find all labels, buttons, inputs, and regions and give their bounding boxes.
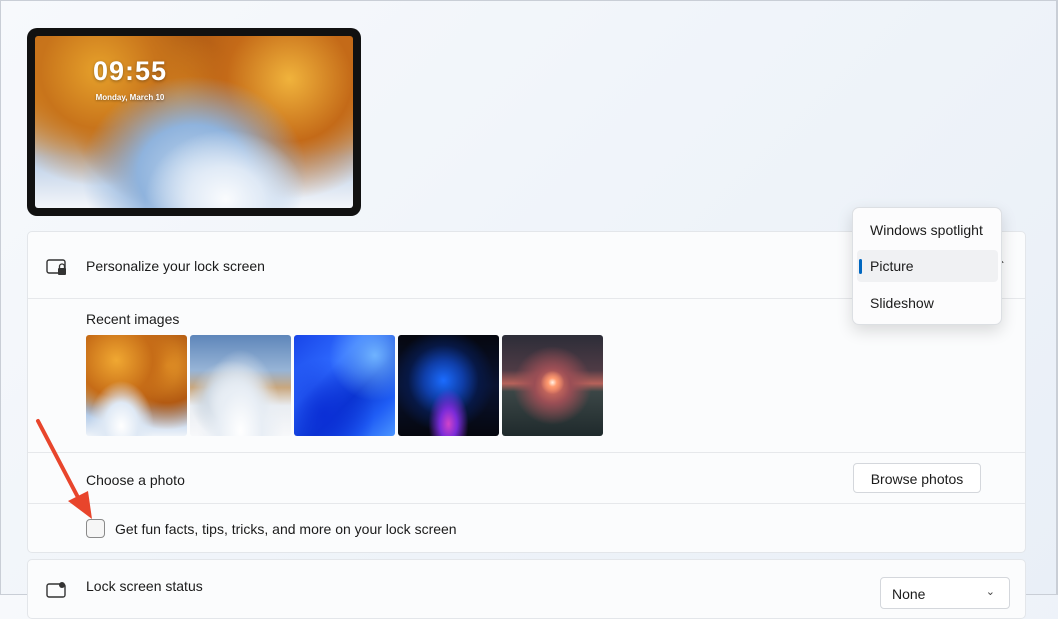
recent-image-autumn-leaves[interactable] — [86, 335, 187, 436]
preview-date: Monday, March 10 — [95, 93, 165, 102]
divider — [28, 503, 1025, 504]
personalize-lock-screen-title: Personalize your lock screen — [86, 258, 265, 274]
chevron-down-icon: ⌄ — [985, 586, 995, 598]
dropdown-option-label: Slideshow — [870, 295, 934, 311]
recent-image-sunset-lake[interactable] — [502, 335, 603, 436]
selected-indicator — [859, 259, 862, 274]
preview-time: 09:55 — [92, 56, 168, 86]
choose-photo-label: Choose a photo — [86, 472, 185, 488]
lock-status-icon — [46, 582, 66, 598]
annotation-arrow-icon — [36, 419, 92, 519]
fun-facts-label[interactable]: Get fun facts, tips, tricks, and more on… — [115, 521, 457, 537]
recent-images-label: Recent images — [86, 311, 180, 327]
lock-screen-status-card: Lock screen status None ⌄ — [27, 559, 1026, 619]
browse-photos-button[interactable]: Browse photos — [853, 463, 981, 493]
dropdown-option-windows-spotlight[interactable]: Windows spotlight — [857, 214, 998, 246]
preview-wallpaper: 09:55 Monday, March 10 — [35, 36, 353, 208]
lock-screen-type-dropdown: Windows spotlight Picture Slideshow — [852, 207, 1002, 325]
status-select-value: None — [892, 586, 926, 602]
dropdown-option-label: Windows spotlight — [870, 222, 983, 238]
recent-image-snowy-trees[interactable] — [190, 335, 291, 436]
divider — [28, 452, 1025, 453]
recent-image-bloom-dark[interactable] — [398, 335, 499, 436]
lock-screen-preview: 09:55 Monday, March 10 — [27, 28, 361, 216]
lock-screen-icon — [46, 259, 66, 275]
dropdown-option-slideshow[interactable]: Slideshow — [857, 287, 998, 319]
dropdown-option-picture[interactable]: Picture — [857, 250, 998, 282]
lock-screen-status-select[interactable]: None ⌄ — [880, 577, 1010, 609]
dropdown-option-label: Picture — [870, 258, 914, 274]
recent-image-blue-abstract[interactable] — [294, 335, 395, 436]
lock-screen-status-title: Lock screen status — [86, 578, 203, 594]
